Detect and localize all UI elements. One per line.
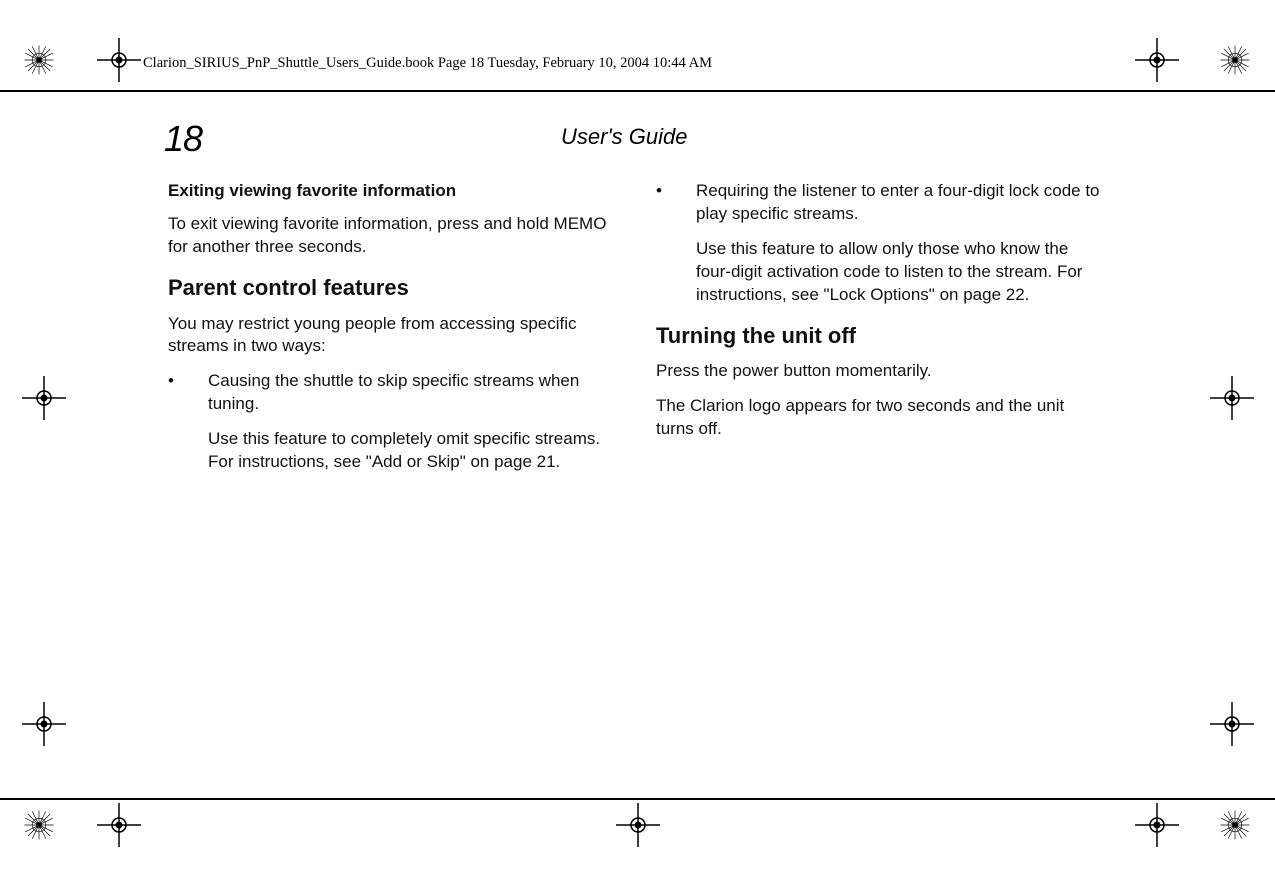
paragraph: You may restrict young people from acces… (168, 313, 618, 359)
crosshair-mark-icon (22, 376, 66, 420)
list-item-subtext: Use this feature to completely omit spec… (208, 428, 618, 474)
list-item-text: Requiring the listener to enter a four-d… (696, 180, 1106, 226)
paragraph: To exit viewing favorite information, pr… (168, 213, 618, 259)
body-content: Exiting viewing favorite information To … (168, 180, 1108, 484)
registration-mark-icon (22, 808, 56, 842)
column-right: • Requiring the listener to enter a four… (656, 180, 1106, 484)
heading-turning-off: Turning the unit off (656, 321, 1106, 351)
list-item-text: Causing the shuttle to skip specific str… (208, 370, 618, 416)
page-canvas: Clarion_SIRIUS_PnP_Shuttle_Users_Guide.b… (0, 0, 1275, 881)
paragraph: Press the power button momentarily. (656, 360, 1106, 383)
list-item-subtext: Use this feature to allow only those who… (696, 238, 1106, 307)
crosshair-mark-icon (1210, 702, 1254, 746)
crosshair-mark-icon (1135, 38, 1179, 82)
crosshair-mark-icon (1210, 376, 1254, 420)
crosshair-mark-icon (1135, 803, 1179, 847)
heading-parent-control: Parent control features (168, 273, 618, 303)
list-item-body: Requiring the listener to enter a four-d… (696, 180, 1106, 307)
crosshair-mark-icon (616, 803, 660, 847)
list-item: • Causing the shuttle to skip specific s… (168, 370, 618, 474)
paragraph: The Clarion logo appears for two seconds… (656, 395, 1106, 441)
registration-mark-icon (1218, 808, 1252, 842)
bullet-icon: • (168, 370, 208, 474)
heading-exit-viewing: Exiting viewing favorite information (168, 180, 618, 203)
crosshair-mark-icon (97, 803, 141, 847)
page-title: User's Guide (561, 124, 687, 150)
bullet-icon: • (656, 180, 696, 307)
crop-line-bottom (0, 798, 1275, 800)
list-item: • Requiring the listener to enter a four… (656, 180, 1106, 307)
page-number: 18 (164, 118, 202, 160)
crosshair-mark-icon (22, 702, 66, 746)
crosshair-mark-icon (97, 38, 141, 82)
registration-mark-icon (1218, 43, 1252, 77)
column-left: Exiting viewing favorite information To … (168, 180, 618, 484)
crop-line-top (0, 90, 1275, 92)
list-item-body: Causing the shuttle to skip specific str… (208, 370, 618, 474)
registration-mark-icon (22, 43, 56, 77)
running-header: Clarion_SIRIUS_PnP_Shuttle_Users_Guide.b… (143, 55, 712, 72)
